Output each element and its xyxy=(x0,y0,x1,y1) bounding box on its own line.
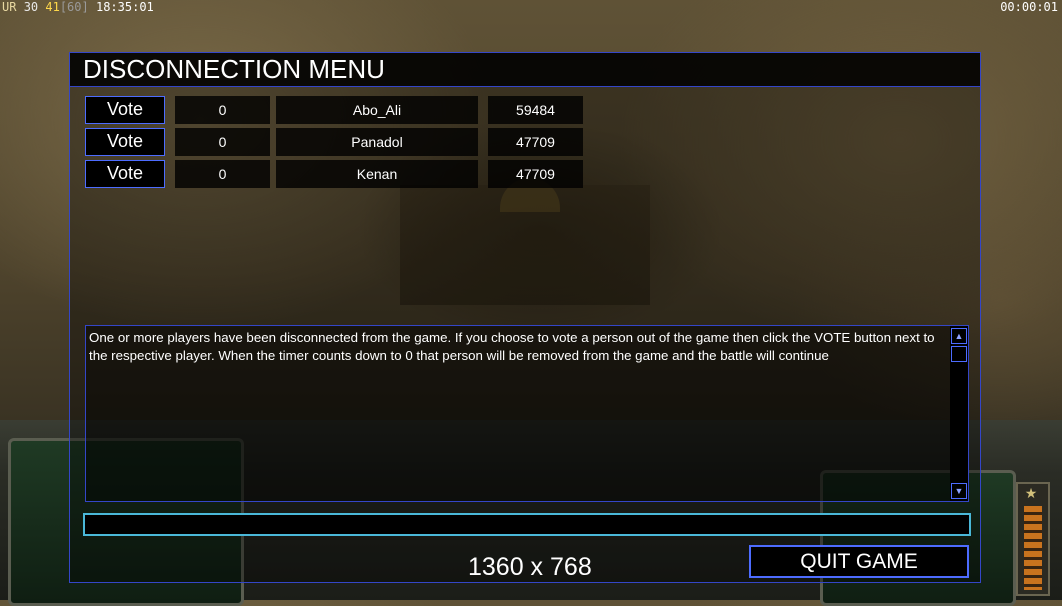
disconnection-dialog: DISCONNECTION MENU Vote 0 Abo_Ali 59484 … xyxy=(69,52,981,583)
scroll-thumb[interactable] xyxy=(951,346,967,362)
clock-time: 18:35:01 xyxy=(95,0,154,14)
quit-game-button[interactable]: QUIT GAME xyxy=(749,545,969,578)
vote-count: 0 xyxy=(175,96,270,124)
fps-value-2: 41 xyxy=(45,0,60,14)
fps-readout: UR 30 41[60] 18:35:01 xyxy=(2,0,154,14)
chat-input[interactable] xyxy=(83,513,971,536)
message-box[interactable]: One or more players have been disconnect… xyxy=(85,325,969,502)
ur-label: UR xyxy=(2,0,17,14)
fps-value-1: 30 xyxy=(23,0,39,14)
message-scrollbar[interactable]: ▲ ▼ xyxy=(950,326,968,501)
power-meter-bar xyxy=(1024,506,1042,590)
player-name: Panadol xyxy=(276,128,478,156)
dialog-title-bar: DISCONNECTION MENU xyxy=(70,53,980,87)
player-name: Abo_Ali xyxy=(276,96,478,124)
player-name: Kenan xyxy=(276,160,478,188)
player-ping: 47709 xyxy=(488,128,583,156)
dialog-title: DISCONNECTION MENU xyxy=(83,54,385,84)
game-timer: 00:00:01 xyxy=(1000,0,1058,14)
player-ping: 47709 xyxy=(488,160,583,188)
player-ping: 59484 xyxy=(488,96,583,124)
scroll-down-button[interactable]: ▼ xyxy=(951,483,967,499)
vote-count: 0 xyxy=(175,128,270,156)
vote-count: 0 xyxy=(175,160,270,188)
scroll-up-button[interactable]: ▲ xyxy=(951,328,967,344)
fps-cap: [60] xyxy=(59,0,89,14)
vote-button[interactable]: Vote xyxy=(85,96,165,124)
message-text: One or more players have been disconnect… xyxy=(89,330,935,364)
resolution-label: 1360 x 768 xyxy=(468,553,592,581)
star-icon: ★ xyxy=(1024,485,1038,501)
vote-button[interactable]: Vote xyxy=(85,160,165,188)
vote-button[interactable]: Vote xyxy=(85,128,165,156)
